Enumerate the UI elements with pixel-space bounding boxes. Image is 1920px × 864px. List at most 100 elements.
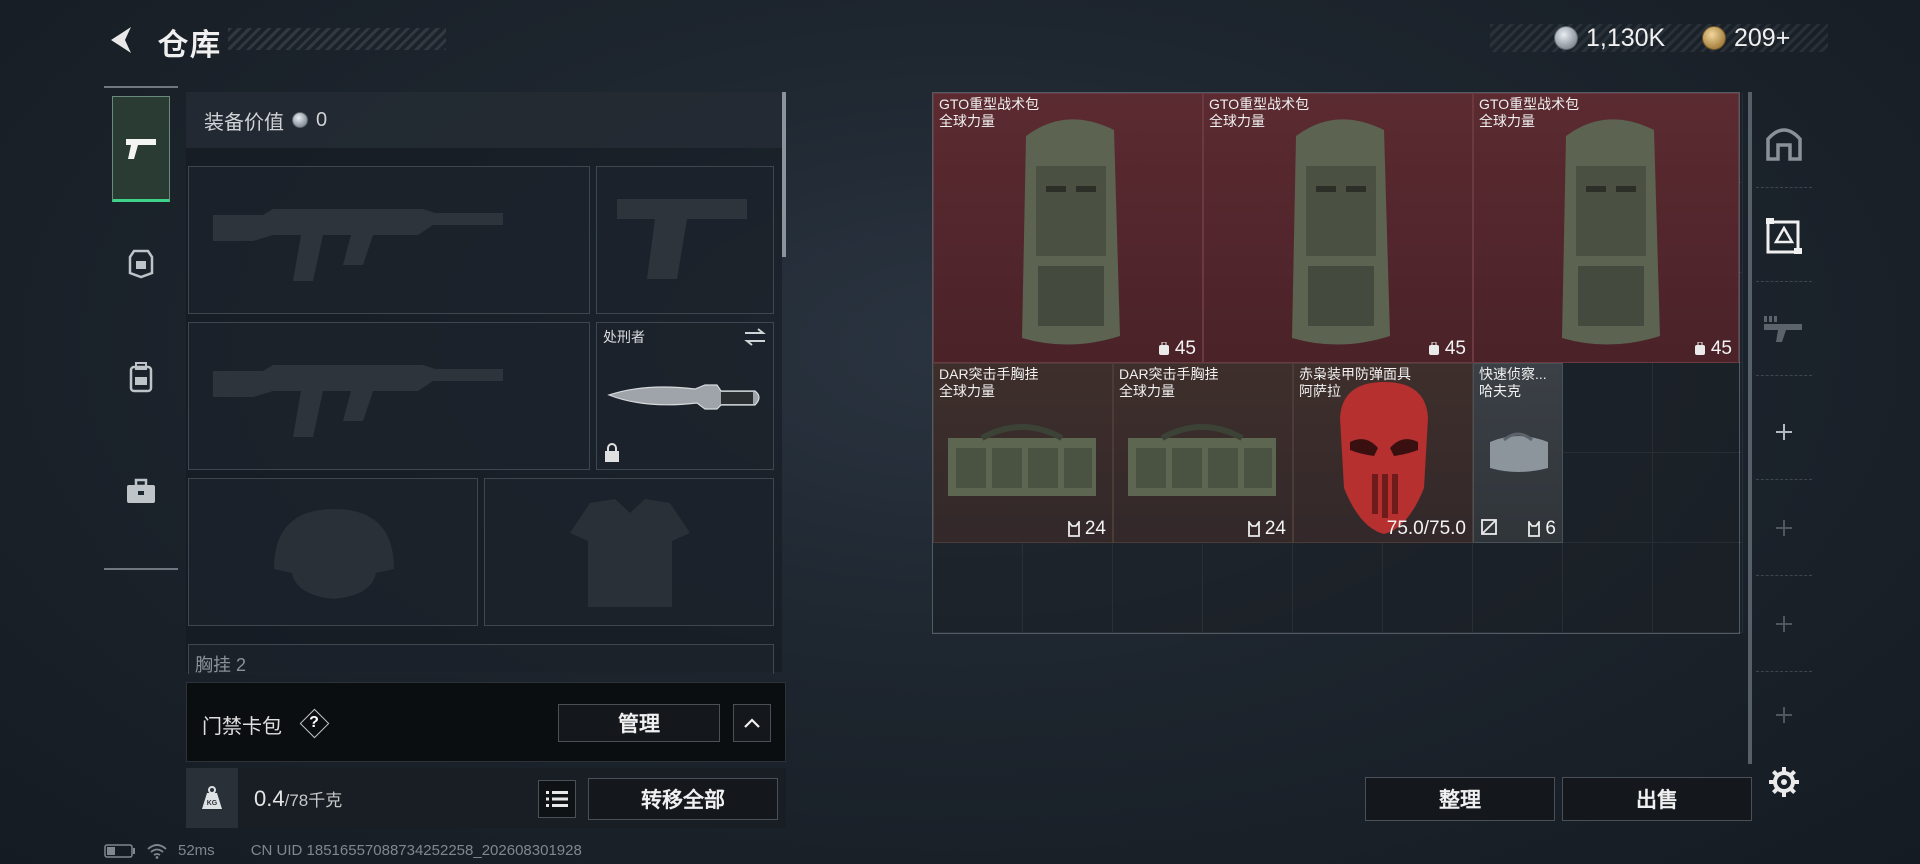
chest-rig-capacity-icon [1067, 521, 1080, 537]
gold-currency[interactable]: 209+ [1702, 22, 1790, 54]
wifi-icon [147, 843, 167, 859]
list-icon [546, 791, 568, 807]
stash-item-mask[interactable]: 赤枭装甲防弹面具 阿萨拉 75.0/75.0 [1293, 363, 1473, 543]
stash-cell[interactable] [1203, 543, 1293, 633]
page-title: 仓库 [158, 29, 222, 62]
rifle-silhouette-icon [213, 209, 503, 281]
item-name: 快速侦察... 哈夫克 [1479, 366, 1547, 399]
briefcase-icon [127, 478, 155, 503]
plus-icon [1776, 707, 1792, 723]
rail-tab-backpack[interactable] [112, 324, 170, 430]
weight-value: 0.4/78千克 [254, 786, 342, 812]
chest-rig-capacity-icon [1528, 521, 1541, 537]
stash-scrollbar[interactable] [1748, 92, 1752, 764]
stash-cell[interactable] [1653, 453, 1743, 543]
weight-max: /78千克 [284, 791, 343, 810]
gold-coin-icon [1702, 26, 1726, 50]
stash-cell[interactable] [1653, 543, 1743, 633]
manage-button[interactable]: 管理 [558, 704, 720, 742]
backpack-art-icon [1022, 119, 1120, 345]
helmet-armor-icon [128, 249, 154, 279]
add-tab-1[interactable] [1756, 384, 1812, 480]
equipment-scrollbar[interactable] [782, 92, 786, 257]
stash-tab-2[interactable] [1756, 190, 1812, 282]
stash-item-small-bag[interactable]: 快速侦察... 哈夫克 6 [1473, 363, 1563, 543]
stash-cell[interactable] [1563, 543, 1653, 633]
stash-cell[interactable] [1563, 363, 1653, 453]
rail-tab-armor[interactable] [112, 210, 170, 316]
add-tab-3[interactable] [1756, 576, 1812, 672]
back-button[interactable] [102, 20, 142, 60]
chest-rig-slot[interactable]: 胸挂 2 [188, 644, 774, 674]
chevron-up-icon [744, 718, 760, 728]
armor-silhouette-icon [570, 499, 690, 607]
list-view-button[interactable] [538, 780, 576, 818]
item-name: GTO重型战术包 全球力量 [1479, 96, 1580, 129]
backpack-art-icon [1562, 119, 1660, 345]
helmet-slot[interactable] [188, 478, 478, 626]
backpack-capacity-icon [1694, 342, 1705, 355]
stash-grid[interactable]: GTO重型战术包 全球力量 45 GTO重型战术包 全球力量 45 GTO重型战… [932, 92, 1743, 634]
stash-item-backpack[interactable]: GTO重型战术包 全球力量 45 [933, 93, 1203, 363]
item-capacity: 45 [1157, 338, 1196, 360]
stash-cell[interactable] [1293, 543, 1383, 633]
item-capacity: 6 [1527, 518, 1556, 540]
stash-item-chest-rig[interactable]: DAR突击手胸挂 全球力量 24 [1113, 363, 1293, 543]
chest-rig-capacity-icon [1247, 521, 1260, 537]
rifle-silhouette-icon [213, 365, 503, 437]
back-arrow-icon [111, 27, 131, 53]
lock-icon [605, 443, 619, 462]
armor-slot[interactable] [484, 478, 774, 626]
sort-button[interactable]: 整理 [1365, 777, 1555, 821]
item-name: GTO重型战术包 全球力量 [1209, 96, 1310, 129]
stash-tab-1[interactable] [1756, 96, 1812, 188]
stash-item-backpack[interactable]: GTO重型战术包 全球力量 45 [1203, 93, 1473, 363]
silver-amount: 1,130K [1586, 23, 1666, 52]
item-capacity: 45 [1693, 338, 1732, 360]
rail-tab-weapons[interactable] [112, 96, 170, 202]
stash-tab-3[interactable] [1756, 284, 1812, 376]
melee-name: 处刑者 [603, 329, 645, 345]
melee-slot[interactable]: 处刑者 [596, 322, 774, 470]
no-insure-icon [1481, 519, 1497, 535]
sell-button[interactable]: 出售 [1562, 777, 1752, 821]
stash-cell[interactable] [1653, 363, 1743, 453]
equipment-value-label: 装备价值 [204, 111, 284, 134]
user-uid: CN UID 1851655708873425225​8_20260830192… [250, 842, 582, 859]
silver-currency[interactable]: 1,130K [1554, 22, 1665, 54]
vault-icon [1766, 127, 1802, 161]
transfer-all-button[interactable]: 转移全部 [588, 778, 778, 820]
primary-weapon-slot-1[interactable] [188, 166, 590, 314]
stash-cell[interactable] [1113, 543, 1203, 633]
swap-icon[interactable] [743, 327, 767, 347]
svg-text:KG: KG [207, 800, 218, 807]
pistol-silhouette-icon [617, 199, 747, 279]
settings-button[interactable] [1764, 762, 1804, 802]
item-capacity: 24 [1247, 518, 1286, 540]
pistol-slot[interactable] [596, 166, 774, 314]
rail-tab-case[interactable] [112, 438, 170, 544]
gold-amount: 209+ [1734, 23, 1791, 52]
battery-icon [104, 843, 135, 858]
stash-item-backpack[interactable]: GTO重型战术包 全球力量 45 [1473, 93, 1739, 363]
add-tab-4[interactable] [1756, 672, 1812, 758]
item-name: 赤枭装甲防弹面具 阿萨拉 [1299, 366, 1411, 399]
stash-cell[interactable] [1383, 543, 1473, 633]
mask-art-icon [1340, 382, 1428, 534]
help-button[interactable]: ? [300, 709, 328, 737]
stash-cell[interactable] [1023, 543, 1113, 633]
pistol-icon [126, 139, 156, 159]
chest-rig-art-icon [948, 424, 1096, 496]
safebox-icon [1766, 217, 1802, 254]
stash-cell[interactable] [1473, 543, 1563, 633]
small-bag-art-icon [1490, 432, 1548, 472]
stash-cell[interactable] [933, 543, 1023, 633]
primary-weapon-slot-2[interactable] [188, 322, 590, 470]
silver-coin-icon [292, 112, 308, 128]
stash-item-chest-rig[interactable]: DAR突击手胸挂 全球力量 24 [933, 363, 1113, 543]
expand-button[interactable] [733, 704, 771, 742]
add-tab-2[interactable] [1756, 480, 1812, 576]
stash-cell[interactable] [1563, 453, 1653, 543]
item-name: GTO重型战术包 全球力量 [939, 96, 1040, 129]
weight-current: 0.4 [254, 786, 285, 811]
